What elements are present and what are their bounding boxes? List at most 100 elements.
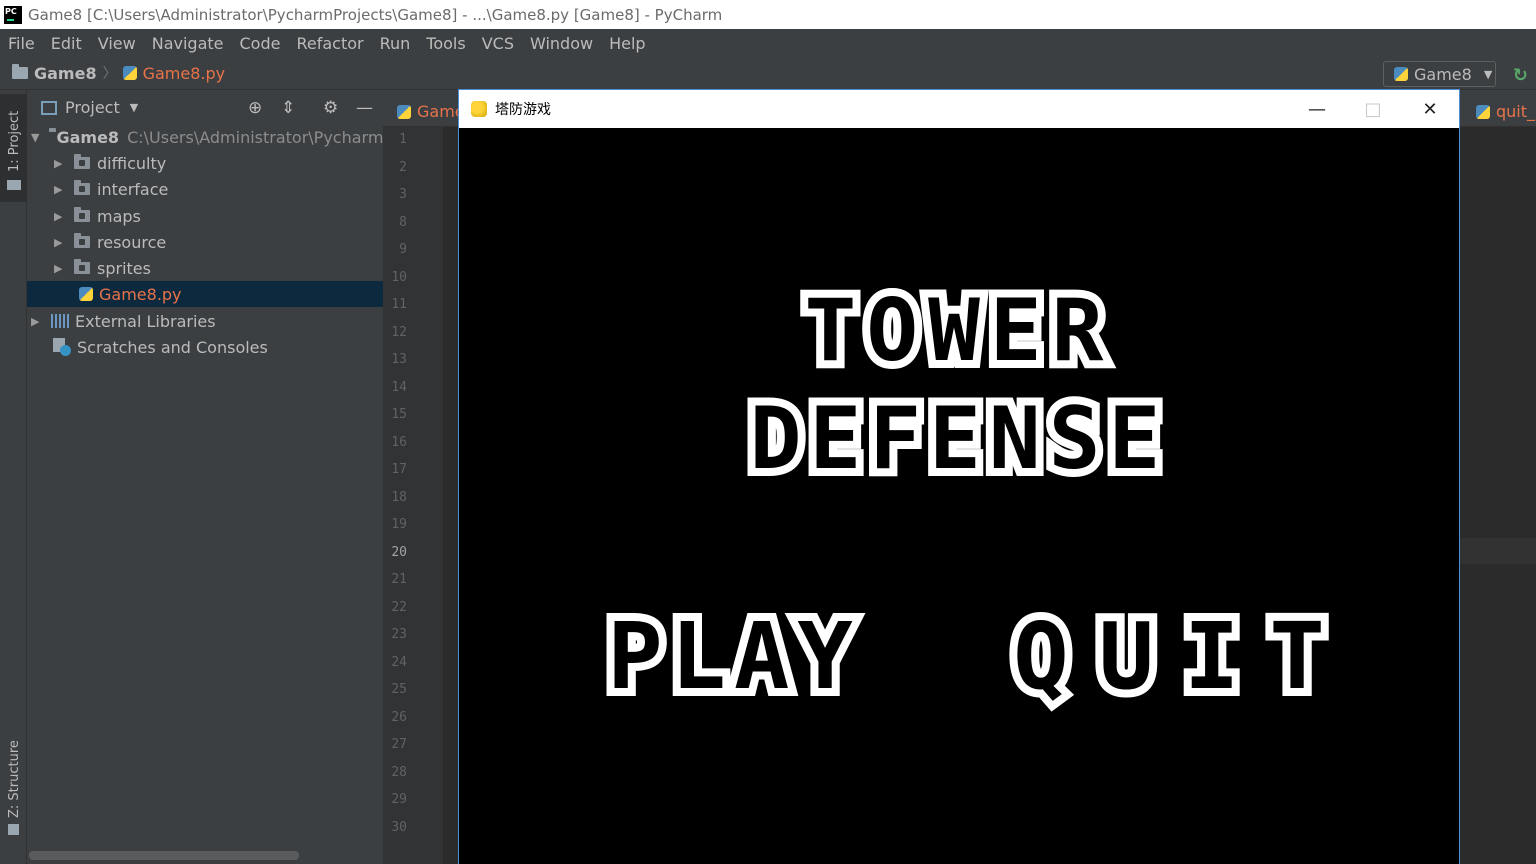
run-configuration-dropdown[interactable]: Game8 ▼ bbox=[1383, 61, 1496, 87]
folder-icon bbox=[12, 64, 28, 79]
menu-tools[interactable]: Tools bbox=[426, 34, 465, 53]
left-tool-strip: 1: Project Z: Structure bbox=[0, 90, 27, 864]
pycharm-window: PC Game8 [C:\Users\Administrator\Pycharm… bbox=[0, 0, 1536, 864]
menu-view[interactable]: View bbox=[98, 34, 136, 53]
tree-folder-maps[interactable]: ▶ maps bbox=[27, 203, 383, 229]
python-file-icon bbox=[397, 104, 411, 119]
tree-folder-resource[interactable]: ▶ resource bbox=[27, 229, 383, 255]
project-panel-title[interactable]: Project bbox=[65, 98, 120, 117]
title-text-defense: DEFENSEDEFENSE bbox=[742, 381, 1168, 497]
scratches-icon bbox=[53, 338, 71, 356]
tree-folder-label: resource bbox=[97, 232, 167, 252]
tree-folder-sprites[interactable]: ▶ sprites bbox=[27, 255, 383, 281]
tab-quit-label: quit_ bbox=[1496, 102, 1536, 121]
line-number-gutter: 1 2 3 8 9 10 11 12 13 14 15 16 17 18 19 … bbox=[383, 127, 443, 864]
tool-tab-structure[interactable]: Z: Structure bbox=[0, 740, 27, 840]
menu-navigate[interactable]: Navigate bbox=[152, 34, 224, 53]
tree-folder-label: interface bbox=[97, 179, 169, 199]
line-number: 26 bbox=[391, 710, 407, 725]
collapsed-arrow-icon: ▶ bbox=[54, 209, 63, 223]
menu-file[interactable]: File bbox=[8, 34, 35, 53]
tree-folder-interface[interactable]: ▶ interface bbox=[27, 176, 383, 202]
library-icon bbox=[51, 314, 69, 328]
breadcrumb-project[interactable]: Game8 bbox=[34, 64, 97, 83]
line-number: 17 bbox=[391, 462, 407, 477]
breadcrumb: Game8 〉 Game8.py bbox=[12, 63, 225, 83]
title-text-tower-label: TOWER bbox=[805, 281, 1114, 381]
tool-tab-project-label: 1: Project bbox=[7, 110, 22, 172]
line-number: 3 bbox=[399, 187, 407, 202]
play-button-label: PLAY bbox=[607, 603, 861, 710]
menu-vcs[interactable]: VCS bbox=[482, 34, 514, 53]
structure-icon bbox=[8, 824, 19, 835]
collapsed-arrow-icon: ▶ bbox=[54, 156, 63, 170]
pycharm-logo-icon: PC bbox=[4, 5, 22, 24]
maximize-button: □ bbox=[1364, 98, 1382, 120]
tree-root-label: Game8 bbox=[56, 127, 120, 147]
line-number: 28 bbox=[391, 765, 407, 780]
line-number: 30 bbox=[391, 820, 407, 835]
tree-folder-label: maps bbox=[97, 206, 141, 226]
menu-bar: File Edit View Navigate Code Refactor Ru… bbox=[0, 29, 1536, 57]
play-button[interactable]: PLAYPLAY bbox=[599, 595, 861, 718]
locate-icon[interactable]: ⊕ bbox=[248, 98, 262, 118]
project-panel: Project ▼ ⊕ ⇕ ⚙ — ▼ Game8 C:\Users\Admin… bbox=[27, 90, 399, 864]
tree-root-path: C:\Users\Administrator\PycharmPr bbox=[127, 127, 400, 147]
line-number: 18 bbox=[391, 490, 407, 505]
close-button[interactable]: ✕ bbox=[1402, 90, 1458, 128]
game-window-title-bar[interactable]: 塔防游戏 — □ ✕ bbox=[459, 90, 1459, 128]
folder-icon bbox=[74, 154, 90, 169]
menu-code[interactable]: Code bbox=[240, 34, 281, 53]
game-canvas-svg: TOWERTOWERDEFENSEDEFENSE PLAYPLAY QUITQUIT bbox=[599, 273, 1355, 718]
chevron-down-icon[interactable]: ▼ bbox=[130, 101, 138, 114]
folder-icon bbox=[74, 207, 90, 222]
line-number: 24 bbox=[391, 655, 407, 670]
tree-scratches[interactable]: Scratches and Consoles bbox=[27, 334, 383, 360]
line-number: 11 bbox=[391, 297, 407, 312]
minimize-button[interactable]: — bbox=[1289, 90, 1345, 128]
folder-icon bbox=[7, 180, 21, 190]
menu-refactor[interactable]: Refactor bbox=[296, 34, 363, 53]
tree-external-libraries[interactable]: ▶ External Libraries bbox=[27, 308, 383, 334]
folder-icon bbox=[74, 259, 90, 274]
collapsed-arrow-icon: ▶ bbox=[54, 261, 63, 275]
python-file-icon bbox=[79, 287, 93, 301]
horizontal-scrollbar[interactable] bbox=[29, 851, 299, 860]
hide-icon[interactable]: — bbox=[356, 98, 373, 118]
collapse-all-icon[interactable]: ⇕ bbox=[281, 98, 295, 118]
tab-quit[interactable]: quit_ bbox=[1476, 96, 1536, 127]
line-number: 12 bbox=[391, 325, 407, 340]
line-number: 27 bbox=[391, 737, 407, 752]
tree-folder-label: sprites bbox=[97, 258, 151, 278]
breadcrumb-file[interactable]: Game8.py bbox=[122, 63, 226, 83]
menu-run[interactable]: Run bbox=[380, 34, 411, 53]
tree-folder-difficulty[interactable]: ▶ difficulty bbox=[27, 150, 383, 176]
menu-window[interactable]: Window bbox=[530, 34, 593, 53]
game-window-title: 塔防游戏 bbox=[495, 102, 551, 118]
navigation-bar: Game8 〉 Game8.py Game8 ▼ ↻ bbox=[0, 57, 1536, 90]
line-number: 22 bbox=[391, 600, 407, 615]
menu-edit[interactable]: Edit bbox=[51, 34, 82, 53]
tree-root-game8[interactable]: ▼ Game8 C:\Users\Administrator\PycharmPr bbox=[27, 124, 399, 150]
tool-tab-project[interactable]: 1: Project bbox=[0, 94, 27, 202]
rerun-icon[interactable]: ↻ bbox=[1513, 65, 1528, 86]
game-canvas[interactable]: TOWER TOWER DEFENSE DEFENSE PLAY PLAY QUIT QUIT bbox=[459, 128, 1459, 864]
project-panel-header: Project ▼ ⊕ ⇕ ⚙ — bbox=[27, 90, 383, 125]
quit-button-label: QUIT bbox=[1013, 603, 1355, 710]
breadcrumb-file-label: Game8.py bbox=[142, 63, 226, 83]
tree-file-game8[interactable]: Game8.py bbox=[27, 281, 383, 307]
menu-help[interactable]: Help bbox=[609, 34, 645, 53]
line-number: 15 bbox=[391, 407, 407, 422]
collapsed-arrow-icon: ▶ bbox=[54, 182, 63, 196]
folder-icon bbox=[74, 233, 90, 248]
line-number: 16 bbox=[391, 435, 407, 450]
current-line-number: 20 bbox=[391, 545, 407, 560]
quit-button[interactable]: QUITQUIT bbox=[1005, 595, 1355, 718]
gear-icon[interactable]: ⚙ bbox=[323, 98, 338, 118]
line-number: 14 bbox=[391, 380, 407, 395]
game-window[interactable]: 塔防游戏 — □ ✕ TOWER TOWER DEFENSE DEFENSE PLAY P… bbox=[458, 89, 1460, 864]
line-number: 2 bbox=[399, 160, 407, 175]
line-number: 25 bbox=[391, 682, 407, 697]
title-text-tower: TOWERTOWER bbox=[797, 273, 1114, 389]
project-view-icon bbox=[41, 100, 57, 115]
